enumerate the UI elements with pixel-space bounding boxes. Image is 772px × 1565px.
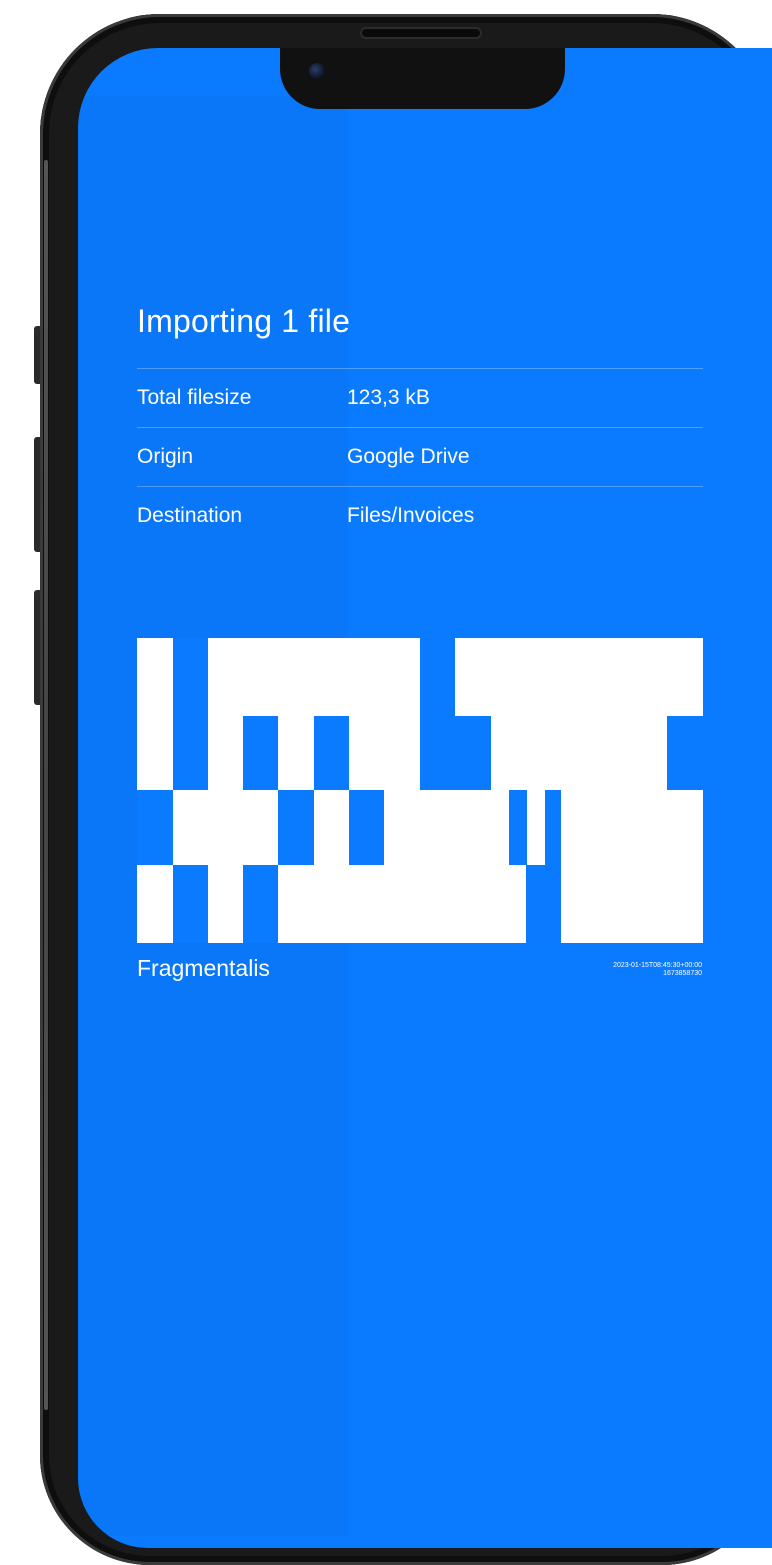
detail-row-origin: Origin Google Drive xyxy=(137,428,703,487)
pattern-block xyxy=(278,865,455,943)
pattern-block xyxy=(561,790,703,865)
pattern-block xyxy=(384,790,509,865)
pattern-block xyxy=(491,638,703,716)
fragment-pattern-graphic xyxy=(137,638,703,943)
timestamp-unix: 1673858730 xyxy=(663,970,702,977)
detail-label: Destination xyxy=(137,504,243,527)
brand-name: Fragmentalis xyxy=(137,955,270,981)
pattern-block xyxy=(597,865,703,943)
phone-mockup: Importing 1 file Total filesize 123,3 kB… xyxy=(0,0,772,1565)
pattern-block xyxy=(137,638,173,790)
pattern-block xyxy=(455,638,491,716)
timestamp-iso: 2023-01-15T08:45:30+00:00 xyxy=(613,962,702,969)
detail-row-filesize: Total filesize 123,3 kB xyxy=(137,369,703,428)
pattern-block xyxy=(137,865,173,943)
detail-row-destination: Destination Files/Invoices xyxy=(137,487,703,545)
detail-label: Origin xyxy=(137,445,194,468)
pattern-block xyxy=(314,638,420,716)
detail-value: Google Drive xyxy=(347,445,470,468)
front-camera-icon xyxy=(309,63,325,79)
earpiece-speaker xyxy=(360,27,482,39)
notch xyxy=(280,48,565,109)
pattern-block xyxy=(278,716,314,790)
pattern-block xyxy=(349,716,420,790)
pattern-block xyxy=(314,790,349,865)
pattern-shapes xyxy=(137,638,703,943)
timestamp: 2023-01-15T08:45:30+00:00 1673858730 xyxy=(613,962,702,978)
pattern-block xyxy=(243,638,314,716)
pattern-block xyxy=(173,790,278,865)
detail-value: Files/Invoices xyxy=(347,504,475,527)
frame-edge xyxy=(44,160,48,1410)
detail-label: Total filesize xyxy=(137,386,252,409)
import-summary: Importing 1 file Total filesize 123,3 kB… xyxy=(137,295,703,545)
pattern-block xyxy=(208,716,243,790)
page-title: Importing 1 file xyxy=(137,303,351,339)
fragment-pattern xyxy=(137,638,703,943)
pattern-block xyxy=(491,716,667,790)
pattern-block xyxy=(208,638,243,716)
pattern-block xyxy=(208,865,243,943)
pattern-block xyxy=(455,865,526,943)
pattern-block xyxy=(527,790,545,865)
detail-value: 123,3 kB xyxy=(347,386,430,409)
pattern-block xyxy=(561,865,597,943)
